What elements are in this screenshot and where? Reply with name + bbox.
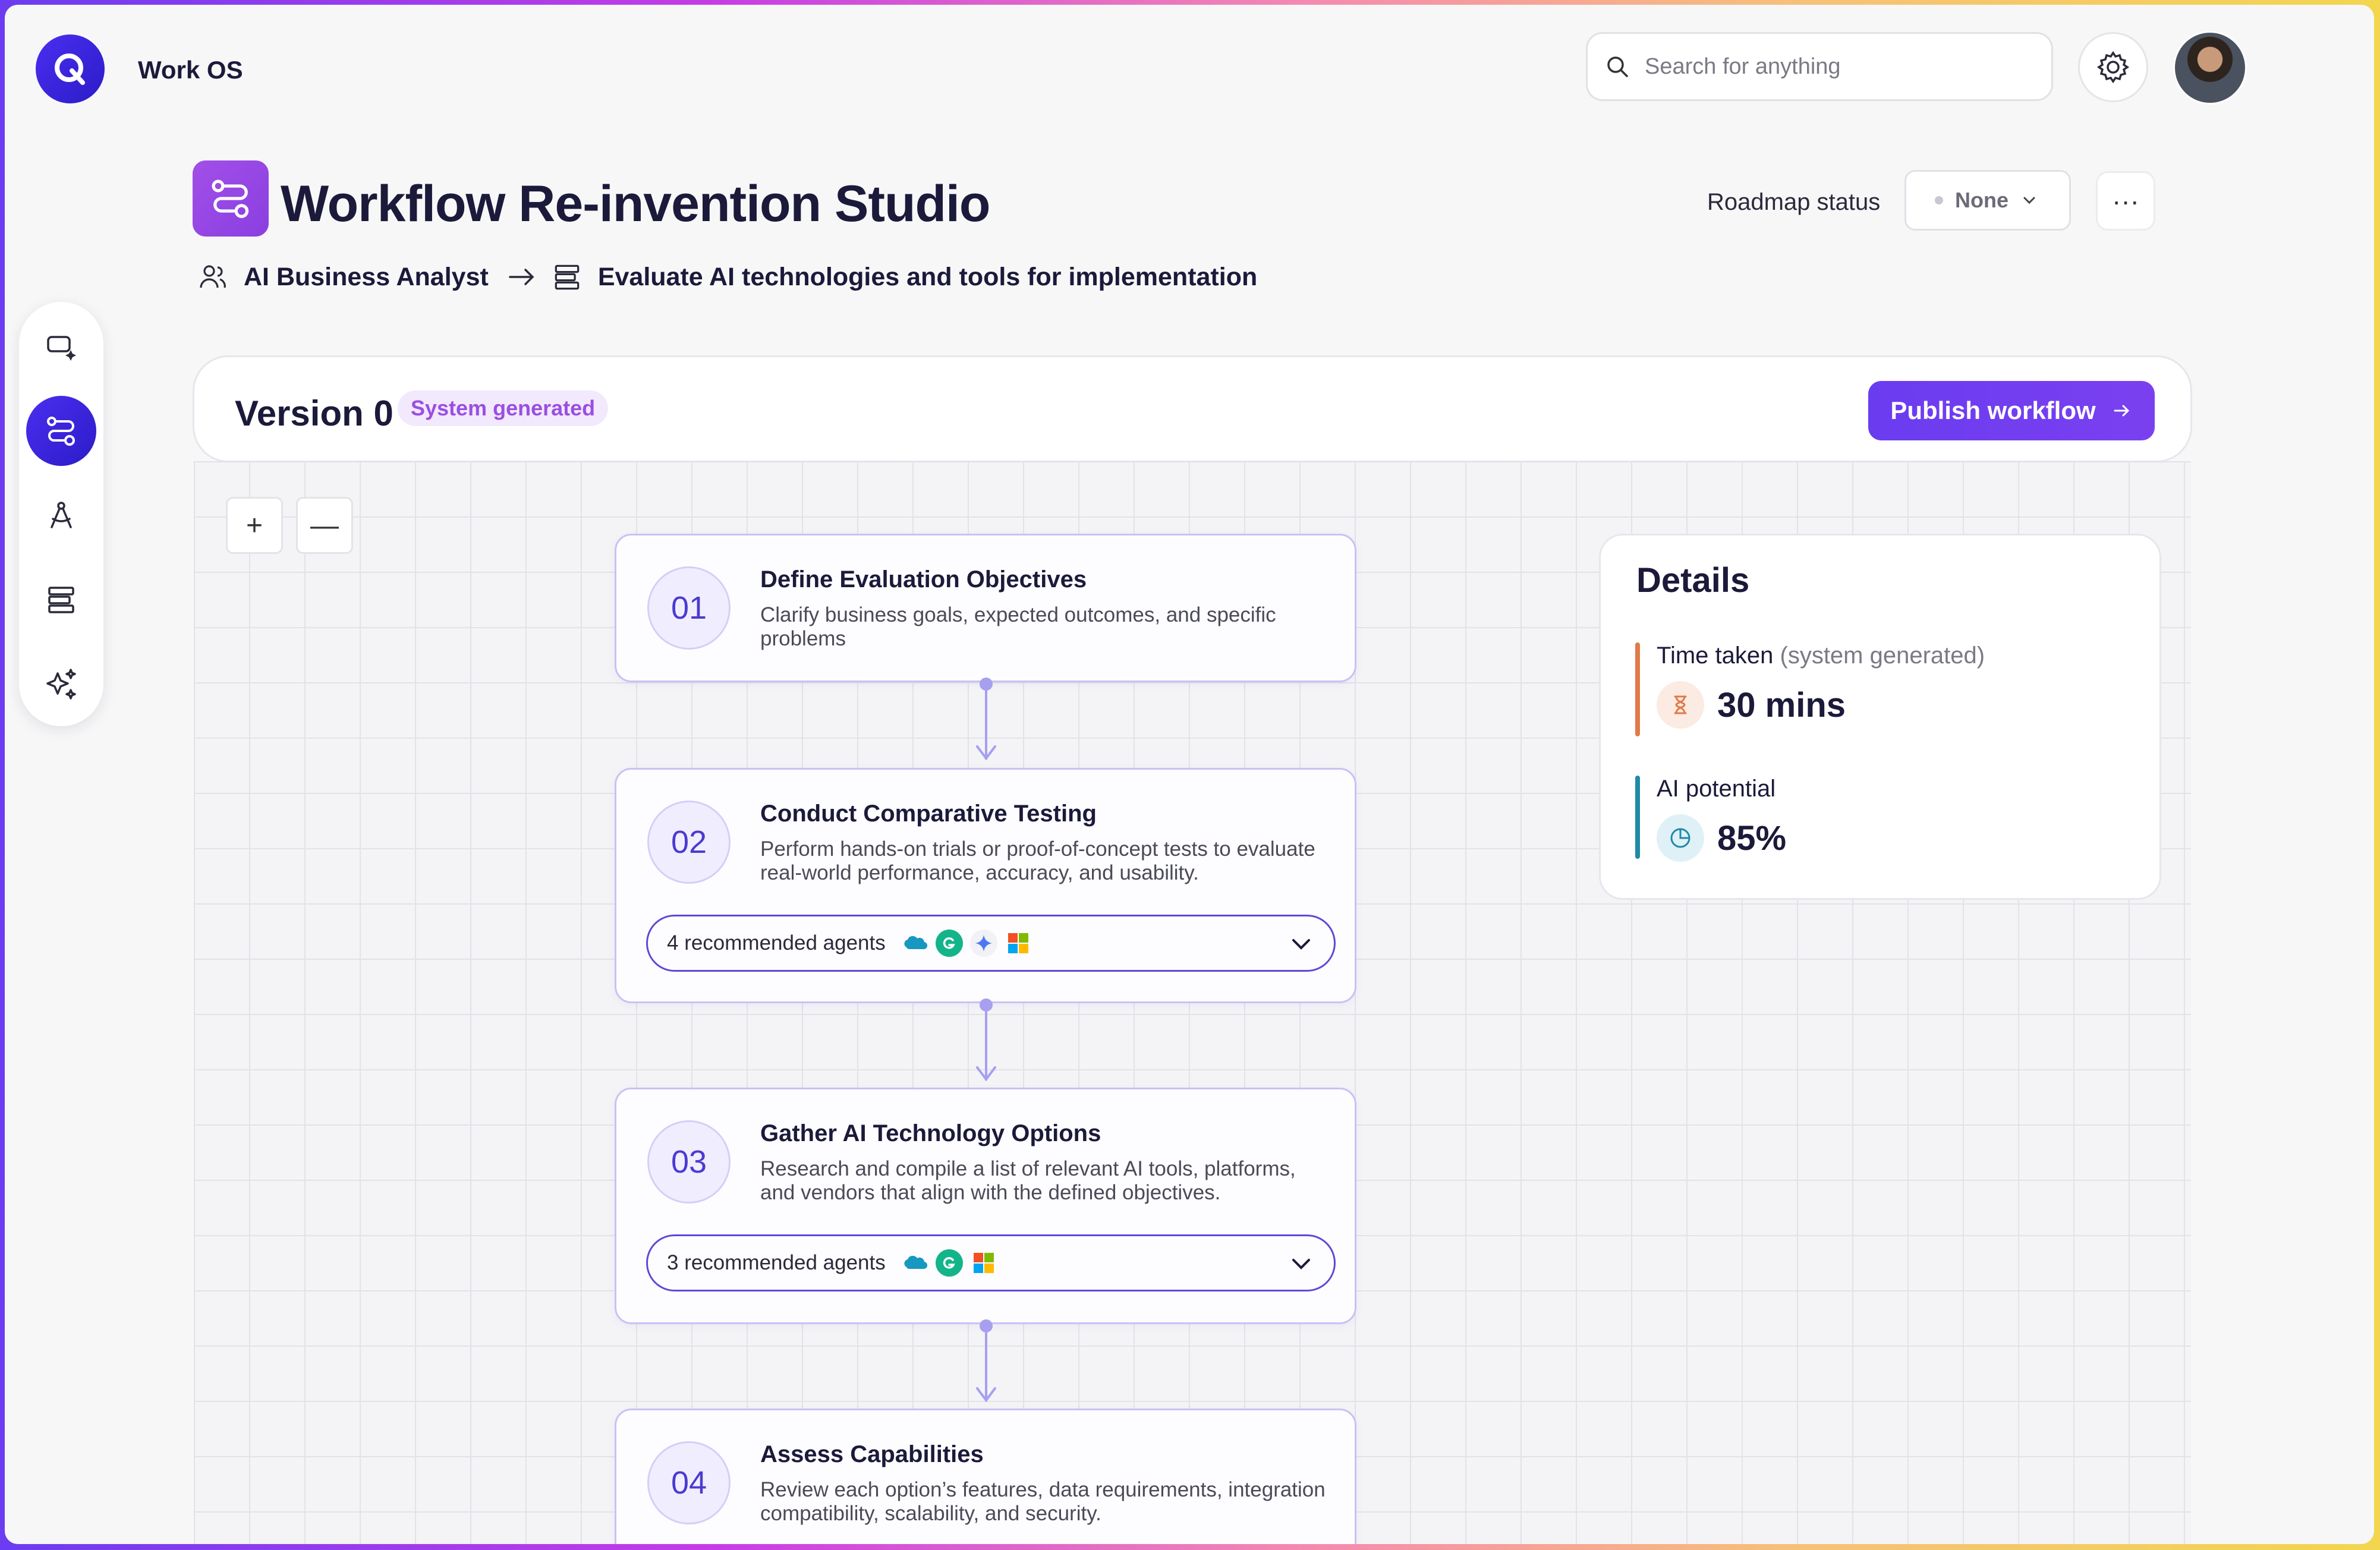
- microsoft-icon: [1005, 930, 1032, 957]
- time-taken-bar: [1635, 642, 1640, 736]
- time-taken-label: Time taken (system generated): [1657, 642, 1985, 669]
- version-header: Version 0 System generated Publish workf…: [193, 355, 2192, 462]
- recommended-agents-label: 3 recommended agents: [667, 1251, 886, 1274]
- step-title: Assess Capabilities: [760, 1441, 984, 1467]
- step-number: 01: [647, 566, 731, 650]
- arrow-down-icon: [976, 1387, 996, 1403]
- studio-icon: [193, 160, 269, 237]
- logo-q-icon: [55, 53, 85, 85]
- app-window: Work OS Search for anything Workflow Re-…: [5, 5, 2374, 1544]
- app-logo[interactable]: [36, 34, 105, 103]
- nav-item-chat[interactable]: [26, 311, 96, 382]
- recommended-agents-dropdown[interactable]: 3 recommended agents: [646, 1234, 1336, 1291]
- workflow-canvas[interactable]: + — 01 Define Evaluation Objectives Clar…: [194, 461, 2191, 1544]
- breadcrumb: AI Business Analyst Evaluate AI technolo…: [196, 260, 1257, 294]
- version-title: Version 0: [235, 393, 393, 433]
- step-number: 04: [647, 1441, 731, 1524]
- details-panel: Details Time taken (system generated) 30…: [1599, 534, 2161, 900]
- roadmap-status-select[interactable]: None: [1904, 170, 2071, 231]
- workflow-step[interactable]: 02 Conduct Comparative Testing Perform h…: [615, 768, 1356, 1003]
- breadcrumb-role[interactable]: AI Business Analyst: [244, 263, 489, 292]
- workflow-step[interactable]: 01 Define Evaluation Objectives Clarify …: [615, 534, 1356, 682]
- chevron-down-icon: [1292, 1259, 1310, 1269]
- zoom-in-button[interactable]: +: [226, 497, 283, 554]
- salesforce-icon: [901, 1249, 928, 1277]
- step-title: Conduct Comparative Testing: [760, 801, 1097, 827]
- step-number: 02: [647, 801, 731, 884]
- publish-workflow-button[interactable]: Publish workflow: [1868, 381, 2155, 440]
- left-navigation: [19, 302, 103, 726]
- breadcrumb-task[interactable]: Evaluate AI technologies and tools for i…: [598, 263, 1257, 292]
- nav-item-ai[interactable]: [26, 649, 96, 719]
- ai-potential-label: AI potential: [1657, 776, 1776, 802]
- more-options-button[interactable]: ···: [2096, 171, 2155, 231]
- time-taken-value: 30 mins: [1717, 685, 1846, 724]
- nav-item-compass[interactable]: [26, 480, 96, 550]
- tasks-icon: [555, 264, 580, 290]
- system-generated-badge: System generated: [398, 390, 609, 426]
- chevron-down-icon: [2023, 197, 2035, 204]
- recommended-agents-label: 4 recommended agents: [667, 931, 886, 954]
- tasks-icon: [48, 587, 74, 613]
- microsoft-icon: [970, 1249, 997, 1277]
- page-title: Workflow Re-invention Studio: [281, 175, 990, 232]
- workflow-icon: [47, 417, 75, 446]
- ai-potential-value-row: 85%: [1657, 814, 1786, 862]
- step-description: Research and compile a list of relevant …: [760, 1157, 1296, 1204]
- time-taken-label-text: Time taken: [1657, 642, 1774, 669]
- grammarly-icon: [935, 1249, 963, 1277]
- status-dot: [1935, 196, 1943, 204]
- roadmap-status-value: None: [1955, 188, 2008, 212]
- chevron-down-icon: [1292, 939, 1310, 950]
- app-name: Work OS: [138, 56, 243, 84]
- compass-icon: [51, 502, 72, 528]
- gemini-icon: [969, 930, 997, 957]
- chat-sparkle-icon: [47, 336, 76, 361]
- time-taken-value-row: 30 mins: [1657, 681, 1985, 729]
- nav-item-workflow[interactable]: [26, 396, 96, 466]
- user-avatar[interactable]: [2173, 31, 2247, 105]
- step-title: Define Evaluation Objectives: [760, 566, 1087, 593]
- time-taken-sub: (system generated): [1780, 642, 1985, 669]
- step-number: 03: [647, 1120, 731, 1204]
- sparkles-icon: [46, 669, 76, 700]
- step-title: Gather AI Technology Options: [760, 1120, 1101, 1146]
- step-description: Review each option’s features, data requ…: [760, 1478, 1326, 1525]
- recommended-agents-dropdown[interactable]: 4 recommended agents: [646, 915, 1336, 972]
- search-input[interactable]: [1644, 53, 2026, 80]
- time-taken-metric: Time taken (system generated) 30 mins: [1635, 642, 1985, 736]
- zoom-out-button[interactable]: —: [296, 497, 353, 554]
- arrow-down-icon: [976, 745, 996, 761]
- arrow-right-icon: [2114, 405, 2129, 417]
- ai-potential-value: 85%: [1717, 818, 1787, 858]
- search-icon: [1607, 56, 1628, 77]
- step-description: Clarify business goals, expected outcome…: [760, 603, 1276, 650]
- step-description: Perform hands-on trials or proof-of-conc…: [760, 837, 1315, 884]
- workflow-icon: [212, 179, 249, 218]
- ai-potential-metric: AI potential 85%: [1635, 776, 1786, 862]
- nav-item-tasks[interactable]: [26, 565, 96, 635]
- publish-label: Publish workflow: [1890, 396, 2096, 424]
- grammarly-icon: [935, 930, 963, 957]
- hourglass-icon: [1657, 681, 1704, 729]
- gear-icon: [2096, 51, 2130, 84]
- salesforce-icon: [901, 930, 928, 957]
- settings-button[interactable]: [2078, 32, 2148, 102]
- roadmap-status-label: Roadmap status: [1707, 189, 1881, 215]
- arrow-down-icon: [976, 1066, 996, 1082]
- ai-potential-bar: [1635, 776, 1640, 859]
- workflow-step[interactable]: 04 Assess Capabilities Review each optio…: [615, 1409, 1356, 1544]
- search-box[interactable]: [1586, 32, 2053, 101]
- arrow-right-icon: [509, 269, 534, 285]
- details-title: Details: [1636, 561, 1750, 600]
- workflow-step[interactable]: 03 Gather AI Technology Options Research…: [615, 1088, 1356, 1324]
- pie-chart-icon: [1657, 814, 1704, 862]
- users-icon: [200, 265, 226, 288]
